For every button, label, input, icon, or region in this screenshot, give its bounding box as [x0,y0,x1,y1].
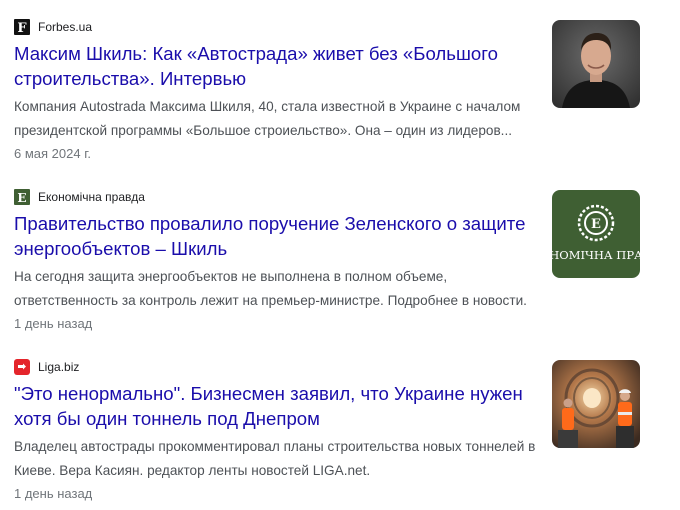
svg-text:НОМІЧНА ПРА: НОМІЧНА ПРА [552,248,640,262]
article-date: 6 мая 2024 г. [14,146,91,161]
tunnel-photo [552,360,640,448]
news-card-forbes[interactable]: F Forbes.ua Максим Шкиль: Как «Автострад… [0,0,680,170]
source-name[interactable]: Liga.biz [38,359,79,375]
svg-text:E: E [17,191,26,205]
forbes-f-icon: F [14,19,30,36]
source-row: F Forbes.ua [14,19,92,36]
source-row: Liga.biz [14,359,79,375]
svg-text:E: E [591,217,601,232]
news-card-ekonomichna-pravda[interactable]: E Економічна правда Правительство провал… [0,170,680,340]
article-thumbnail[interactable]: E НОМІЧНА ПРА [552,190,640,278]
article-title-link[interactable]: Правительство провалило поручение Зеленс… [14,211,534,261]
article-snippet: Владелец автострады прокомментировал пла… [14,439,536,478]
source-name[interactable]: Економічна правда [38,189,145,205]
source-row: E Економічна правда [14,189,145,205]
article-title-link[interactable]: Максим Шкиль: Как «Автострада» живет без… [14,41,534,91]
ekonomichna-pravda-logo-image: E НОМІЧНА ПРА [552,190,640,278]
article-date: 1 день назад [14,316,93,331]
portrait-photo [552,20,640,108]
news-results-list: F Forbes.ua Максим Шкиль: Как «Автострад… [0,0,680,505]
svg-text:F: F [17,21,27,35]
ekonomichna-pravda-e-icon: E [14,189,30,205]
article-thumbnail[interactable] [552,360,640,448]
article-thumbnail[interactable] [552,20,640,108]
source-name[interactable]: Forbes.ua [38,19,92,35]
article-title-link[interactable]: "Это ненормально". Бизнесмен заявил, что… [14,381,534,431]
news-card-liga[interactable]: Liga.biz "Это ненормально". Бизнесмен за… [0,340,680,510]
article-snippet: Компания Autostrada Максима Шкиля, 40, с… [14,99,521,138]
article-date: 1 день назад [14,486,93,501]
article-snippet: На сегодня защита энергообъектов не выпо… [14,269,527,308]
liga-icon [14,359,30,375]
